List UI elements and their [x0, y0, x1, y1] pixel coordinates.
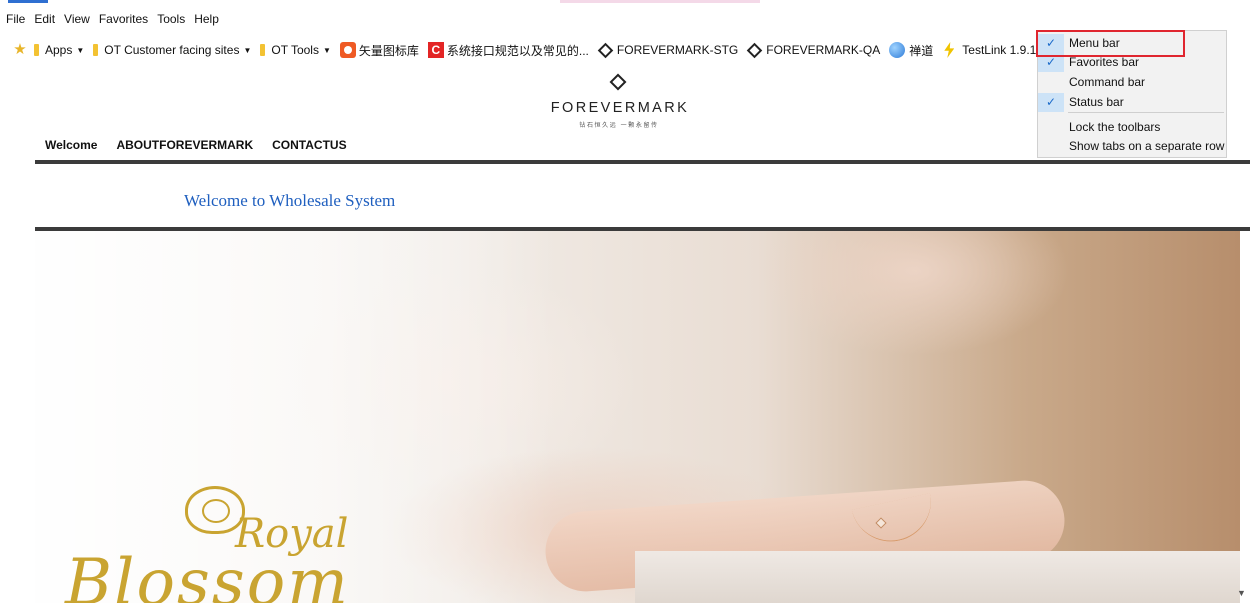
brand-blossom-text: Blossom [65, 546, 350, 603]
menu-favorites[interactable]: Favorites [99, 12, 148, 26]
forevermark-diamond-logo-icon [609, 73, 627, 91]
favorite-label: FOREVERMARK-QA [766, 43, 881, 57]
top-accent-bar [8, 0, 48, 3]
favorite-zentao[interactable]: 禅道 [889, 42, 933, 59]
welcome-heading: Welcome to Wholesale System [184, 191, 396, 210]
favorite-label: OT Tools [271, 43, 319, 57]
context-menu-item-lock-toolbars[interactable]: Lock the toolbars [1038, 118, 1226, 137]
menu-help[interactable]: Help [194, 12, 219, 26]
context-menu-label: Show tabs on a separate row [1069, 139, 1225, 153]
favorite-label: 系统接口规范以及常见的... [446, 43, 589, 58]
image-icon [339, 42, 356, 58]
checkmark-slot [1038, 118, 1064, 137]
context-menu-item-command-bar[interactable]: Command bar [1038, 73, 1226, 92]
favorite-label: 矢量图标库 [358, 43, 419, 58]
favorite-ot-tools[interactable]: OT Tools ▼ [260, 43, 331, 57]
nav-welcome[interactable]: Welcome [45, 138, 97, 152]
testlink-icon [942, 42, 958, 58]
context-menu-label: Status bar [1069, 95, 1124, 109]
globe-icon [889, 42, 906, 58]
forevermark-tagline: 钻石恒久远 一颗永留传 [579, 123, 659, 129]
checkmark-slot [1038, 73, 1064, 92]
menu-view[interactable]: View [64, 12, 90, 26]
context-menu-item-status-bar[interactable]: ✓ Status bar [1038, 93, 1226, 112]
forevermark-logo-text[interactable]: FOREVERMARK [546, 100, 694, 116]
folder-icon [93, 44, 99, 56]
add-favorite-star-icon[interactable]: ★ [12, 42, 28, 57]
favorite-apps[interactable]: Apps ▼ [34, 43, 84, 57]
favorite-forevermark-qa[interactable]: FOREVERMARK-QA [746, 42, 881, 58]
favorite-label: 禅道 [909, 43, 934, 58]
header-divider [35, 160, 1250, 164]
top-accent-bar [560, 0, 760, 3]
favorite-ot-customer-facing-sites[interactable]: OT Customer facing sites ▼ [93, 43, 251, 57]
dropdown-caret-icon: ▼ [322, 45, 331, 55]
menu-edit[interactable]: Edit [34, 12, 55, 26]
menu-tools[interactable]: Tools [157, 12, 185, 26]
favorite-icon-library[interactable]: 矢量图标库 [339, 42, 419, 59]
menu-bar-highlight-annotation [1036, 30, 1185, 57]
context-menu-label: Command bar [1069, 75, 1146, 89]
context-menu-label: Lock the toolbars [1069, 120, 1161, 134]
checkmark-icon: ✓ [1038, 93, 1064, 112]
folder-icon [260, 44, 266, 56]
dropdown-caret-icon: ▼ [243, 45, 252, 55]
dropdown-caret-icon: ▼ [76, 45, 85, 55]
favorite-label: Apps [45, 43, 73, 57]
favorite-interface-spec[interactable]: C 系统接口规范以及常见的... [427, 42, 589, 59]
favorite-forevermark-stg[interactable]: FOREVERMARK-STG [597, 42, 739, 58]
context-menu-separator [1068, 112, 1224, 113]
folder-icon [34, 44, 39, 56]
diamond-icon [597, 42, 614, 58]
hero-marble-surface [635, 551, 1240, 603]
favorite-label: FOREVERMARK-STG [616, 43, 739, 57]
nav-about-forevermark[interactable]: ABOUTFOREVERMARK [116, 138, 253, 152]
hero-banner-image: Royal Blossom [35, 231, 1240, 603]
checkmark-slot [1038, 137, 1064, 156]
menu-file[interactable]: File [6, 12, 25, 26]
favorite-label: OT Customer facing sites [104, 43, 240, 57]
context-menu-item-tabs-separate-row[interactable]: Show tabs on a separate row [1038, 137, 1226, 156]
site-nav: Welcome ABOUTFOREVERMARK CONTACTUS [45, 138, 347, 152]
scroll-down-arrow-icon[interactable]: ▼ [1237, 588, 1247, 600]
diamond-icon [746, 42, 763, 58]
c-logo-icon: C [427, 42, 444, 58]
nav-contact-us[interactable]: CONTACTUS [272, 138, 346, 152]
menu-items: File Edit View Favorites Tools Help [6, 12, 219, 26]
